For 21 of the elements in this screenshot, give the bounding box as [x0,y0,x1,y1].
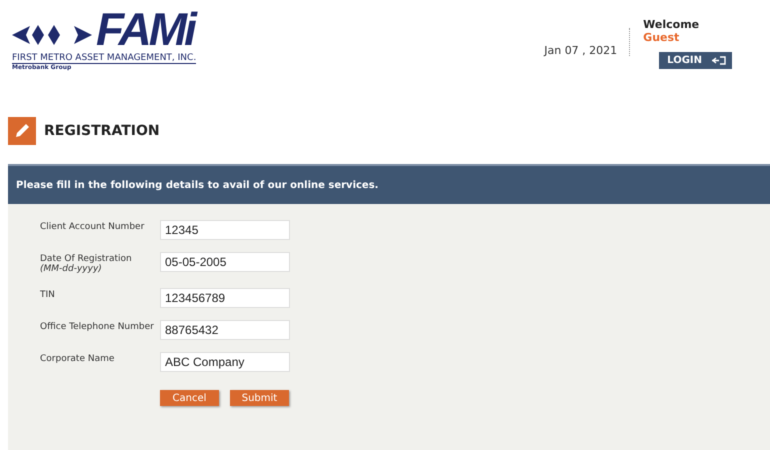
login-icon [712,56,726,65]
field-label: TIN [40,290,56,300]
input-field[interactable]: ABC Company [160,352,290,372]
input-field[interactable]: 123456789 [160,288,290,308]
field-label: Client Account Number [40,222,146,232]
user-name: Guest [643,31,680,44]
field-label: Office Telephone Number [40,322,155,332]
pencil-icon [8,117,36,145]
login-button[interactable]: LOGIN [659,52,732,69]
input-field[interactable]: 05-05-2005 [160,252,290,272]
company-name: FIRST METRO ASSET MANAGEMENT, INC. [12,53,196,64]
welcome-text: Welcome [643,18,700,31]
info-banner: Please fill in the following details to avail of our online services. [8,164,770,204]
logo-wordmark: FAMi [96,8,194,50]
date-text: Jan 07 , 2021 [544,44,618,59]
page-title: REGISTRATION [44,123,160,139]
field-label: Date Of Registration [40,254,133,264]
field-label: Corporate Name [40,354,116,364]
input-field[interactable]: 88765432 [160,320,290,340]
field-hint: (MM-dd-yyyy) [40,264,103,274]
input-field[interactable]: 12345 [160,220,290,240]
